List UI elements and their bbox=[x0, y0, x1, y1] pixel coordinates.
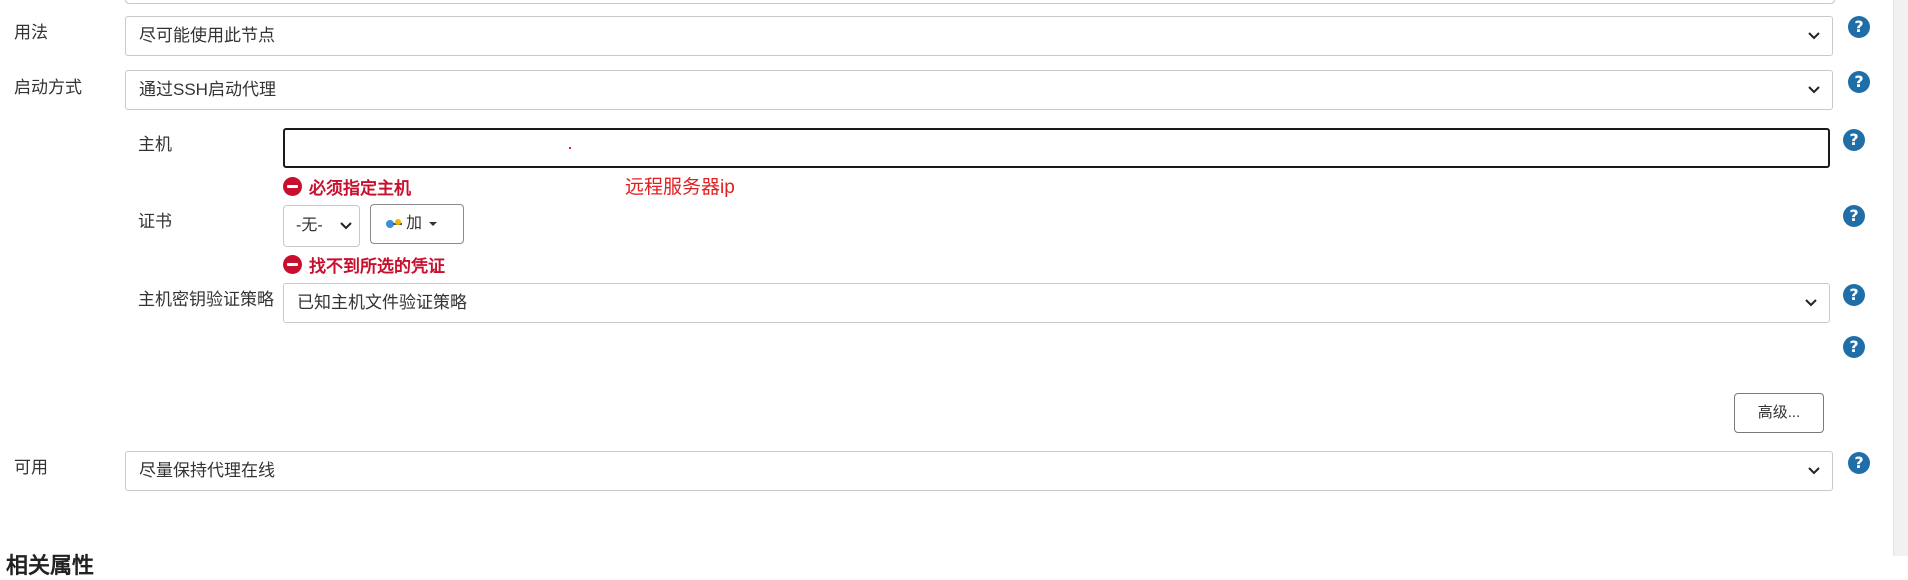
chevron-down-icon bbox=[1808, 32, 1820, 40]
launch-method-value: 通过SSH启动代理 bbox=[139, 80, 276, 99]
advanced-help-icon[interactable]: ? bbox=[1843, 336, 1865, 358]
usage-help-icon[interactable]: ? bbox=[1848, 16, 1870, 38]
availability-help-icon[interactable]: ? bbox=[1848, 452, 1870, 474]
host-label: 主机 bbox=[138, 135, 172, 154]
advanced-button[interactable]: 高级... bbox=[1734, 393, 1824, 433]
caret-down-icon bbox=[429, 222, 438, 226]
node-properties-heading: 相关属性 bbox=[6, 553, 95, 578]
availability-select-value: 尽量保持代理在线 bbox=[139, 461, 275, 480]
chevron-down-icon bbox=[1808, 467, 1820, 475]
availability-label: 可用 bbox=[14, 458, 48, 477]
add-credentials-button[interactable]: 加 bbox=[370, 204, 464, 244]
host-input[interactable] bbox=[283, 128, 1830, 168]
page-scrollbar[interactable] bbox=[1893, 0, 1908, 556]
host-key-strategy-label: 主机密钥验证策略 bbox=[138, 290, 274, 309]
add-credentials-label: 加 bbox=[406, 215, 423, 232]
credentials-help-icon[interactable]: ? bbox=[1843, 205, 1865, 227]
usage-select[interactable]: 尽可能使用此节点 bbox=[125, 16, 1833, 56]
chevron-down-icon bbox=[1808, 86, 1820, 94]
availability-select[interactable]: 尽量保持代理在线 bbox=[125, 451, 1833, 491]
key-icon bbox=[386, 219, 402, 228]
credentials-error-text: 找不到所选的凭证 bbox=[309, 257, 445, 276]
error-icon bbox=[283, 177, 302, 196]
previous-field-select[interactable] bbox=[125, 0, 1835, 4]
credentials-select-value: -无- bbox=[296, 217, 323, 234]
launch-method-label: 启动方式 bbox=[14, 78, 82, 97]
credentials-label: 证书 bbox=[138, 212, 172, 231]
error-icon bbox=[283, 255, 302, 274]
host-help-icon[interactable]: ? bbox=[1843, 129, 1865, 151]
usage-select-value: 尽可能使用此节点 bbox=[139, 26, 275, 45]
host-error-message: 必须指定主机 bbox=[283, 174, 411, 199]
launch-method-select[interactable]: 通过SSH启动代理 bbox=[125, 70, 1833, 110]
launch-method-help-icon[interactable]: ? bbox=[1848, 71, 1870, 93]
annotation-marker bbox=[569, 147, 571, 149]
host-annotation-text: 远程服务器ip bbox=[625, 177, 735, 198]
host-key-strategy-help-icon[interactable]: ? bbox=[1843, 284, 1865, 306]
chevron-down-icon bbox=[340, 222, 352, 230]
usage-label: 用法 bbox=[14, 23, 48, 42]
chevron-down-icon bbox=[1805, 299, 1817, 307]
host-key-strategy-select[interactable]: 已知主机文件验证策略 bbox=[283, 283, 1830, 323]
credentials-error-message: 找不到所选的凭证 bbox=[283, 252, 445, 277]
host-error-text: 必须指定主机 bbox=[309, 179, 411, 198]
credentials-select[interactable]: -无- bbox=[283, 205, 360, 247]
host-key-strategy-value: 已知主机文件验证策略 bbox=[297, 293, 467, 312]
